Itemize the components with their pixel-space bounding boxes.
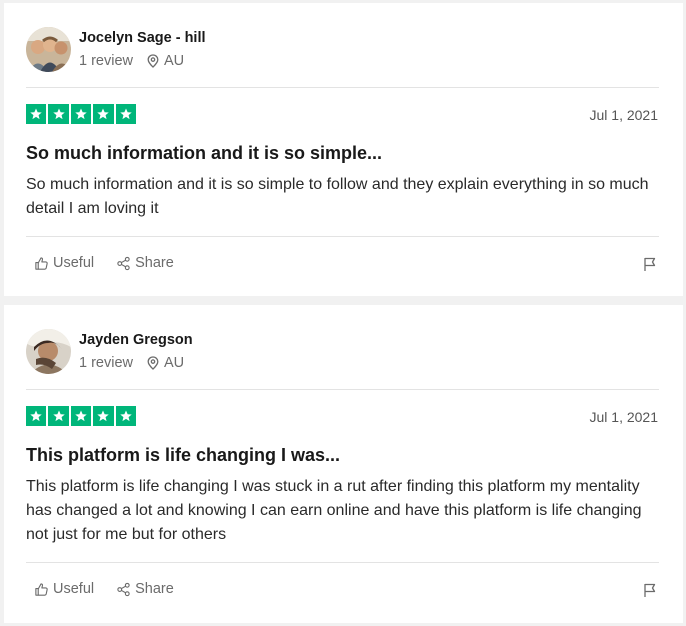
useful-button[interactable]: Useful: [34, 581, 94, 597]
reviewer-location: AU: [147, 355, 184, 371]
useful-button[interactable]: Useful: [34, 255, 94, 271]
useful-label: Useful: [53, 255, 95, 271]
review-card: Jocelyn Sage - hill 1 review AU Jul 1, 2…: [4, 3, 683, 296]
reviewer-name[interactable]: Jayden Gregson: [79, 332, 193, 348]
share-label: Share: [135, 255, 174, 271]
star-icon: [115, 104, 136, 124]
useful-label: Useful: [53, 581, 95, 597]
review-count: 1 review: [79, 355, 133, 371]
review-date: Jul 1, 2021: [589, 107, 659, 123]
review-card: Jayden Gregson 1 review AU Jul 1, 2021 T…: [4, 305, 683, 623]
review-count: 1 review: [79, 53, 133, 69]
star-icon: [48, 104, 69, 124]
avatar[interactable]: [26, 27, 71, 72]
share-icon: [117, 256, 130, 270]
star-icon: [70, 104, 92, 124]
review-title[interactable]: This platform is life changing I was...: [26, 445, 340, 466]
avatar[interactable]: [26, 329, 71, 374]
star-icon: [93, 406, 114, 426]
review-actions: Useful Share: [34, 255, 196, 271]
star-icon: [70, 406, 92, 426]
thumbs-up-icon: [35, 256, 48, 270]
reviewer-location: AU: [147, 53, 184, 69]
flag-icon[interactable]: [642, 256, 658, 272]
review-title[interactable]: So much information and it is so simple.…: [26, 143, 382, 164]
share-button[interactable]: Share: [116, 581, 174, 597]
review-body: So much information and it is so simple …: [26, 176, 649, 217]
star-icon: [115, 406, 136, 426]
star-rating: [26, 406, 136, 426]
star-icon: [93, 104, 114, 124]
reviewer-meta: 1 review AU: [79, 53, 184, 69]
location-pin-icon: [147, 54, 159, 68]
review-date: Jul 1, 2021: [589, 409, 659, 425]
divider: [26, 236, 659, 237]
reviewer-meta: 1 review AU: [79, 355, 184, 371]
star-icon: [48, 406, 69, 426]
star-icon: [26, 406, 47, 426]
flag-icon[interactable]: [642, 582, 658, 598]
share-icon: [117, 582, 130, 596]
divider: [26, 389, 659, 390]
star-icon: [26, 104, 47, 124]
divider: [26, 87, 659, 88]
star-rating: [26, 104, 136, 124]
location-label: AU: [164, 355, 185, 371]
thumbs-up-icon: [35, 582, 48, 596]
reviewer-name[interactable]: Jocelyn Sage - hill: [79, 30, 206, 46]
share-button[interactable]: Share: [116, 255, 174, 271]
location-label: AU: [164, 53, 185, 69]
divider: [26, 562, 659, 563]
review-body: This platform is life changing I was stu…: [26, 478, 642, 543]
share-label: Share: [135, 581, 174, 597]
review-actions: Useful Share: [34, 581, 196, 597]
location-pin-icon: [147, 356, 159, 370]
